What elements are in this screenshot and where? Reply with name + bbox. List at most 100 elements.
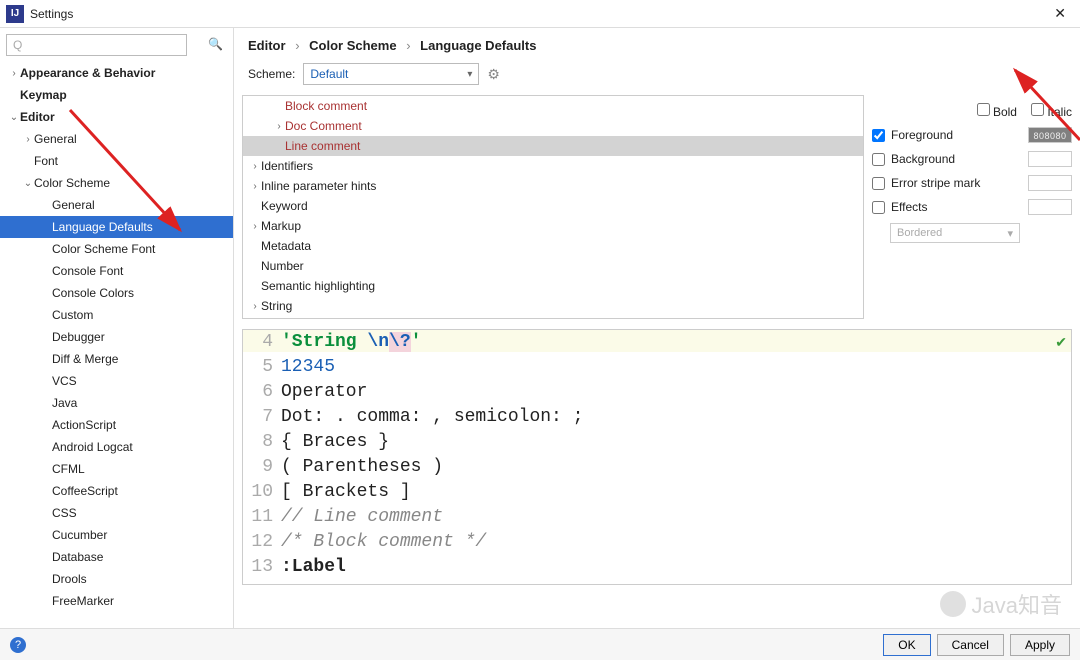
search-input[interactable] xyxy=(6,34,187,56)
ok-button[interactable]: OK xyxy=(883,634,930,656)
attr-item-semantic-highlighting[interactable]: Semantic highlighting xyxy=(243,276,863,296)
titlebar: IJ Settings ✕ xyxy=(0,0,1080,28)
effects-type-select[interactable]: Bordered ▾ xyxy=(890,223,1020,243)
sidebar-item-label: CoffeeScript xyxy=(52,484,118,498)
attr-item-block-comment[interactable]: Block comment xyxy=(243,96,863,116)
attr-item-line-comment[interactable]: Line comment xyxy=(243,136,863,156)
attr-item-number[interactable]: Number xyxy=(243,256,863,276)
crumb-editor[interactable]: Editor xyxy=(248,38,286,53)
background-checkbox[interactable] xyxy=(872,153,885,166)
errorstripe-swatch[interactable] xyxy=(1028,175,1072,191)
sidebar-item-label: Console Colors xyxy=(52,286,134,300)
preview-line: 11// Line comment xyxy=(243,505,1071,530)
sidebar-item-editor[interactable]: ⌄Editor xyxy=(0,106,233,128)
errorstripe-checkbox[interactable] xyxy=(872,177,885,190)
sidebar-item-label: ActionScript xyxy=(52,418,116,432)
sidebar-item-language-defaults[interactable]: Language Defaults xyxy=(0,216,233,238)
sidebar-item-label: Diff & Merge xyxy=(52,352,118,366)
sidebar-item-drools[interactable]: Drools xyxy=(0,568,233,590)
sidebar-item-label: Appearance & Behavior xyxy=(20,66,155,80)
bold-option[interactable]: Bold xyxy=(977,103,1017,119)
sidebar-item-console-colors[interactable]: Console Colors xyxy=(0,282,233,304)
line-number: 6 xyxy=(243,380,281,405)
sidebar-item-actionscript[interactable]: ActionScript xyxy=(0,414,233,436)
sidebar-item-appearance-behavior[interactable]: ›Appearance & Behavior xyxy=(0,62,233,84)
line-number: 4 xyxy=(243,330,281,355)
crumb-colorscheme[interactable]: Color Scheme xyxy=(309,38,396,53)
foreground-swatch[interactable]: 808080 xyxy=(1028,127,1072,143)
sidebar-item-general[interactable]: ›General xyxy=(0,128,233,150)
sidebar-item-diff-merge[interactable]: Diff & Merge xyxy=(0,348,233,370)
attr-item-markup[interactable]: ›Markup xyxy=(243,216,863,236)
chevron-icon: ⌄ xyxy=(22,178,34,189)
italic-checkbox[interactable] xyxy=(1031,103,1044,116)
sidebar-item-database[interactable]: Database xyxy=(0,546,233,568)
apply-button[interactable]: Apply xyxy=(1010,634,1070,656)
sidebar-item-css[interactable]: CSS xyxy=(0,502,233,524)
sidebar-item-vcs[interactable]: VCS xyxy=(0,370,233,392)
sidebar-item-label: CFML xyxy=(52,462,85,476)
sidebar-item-label: General xyxy=(34,132,77,146)
sidebar-item-general[interactable]: General xyxy=(0,194,233,216)
preview-line: 512345 xyxy=(243,355,1071,380)
sidebar-item-debugger[interactable]: Debugger xyxy=(0,326,233,348)
attr-item-inline-parameter-hints[interactable]: ›Inline parameter hints xyxy=(243,176,863,196)
wechat-icon xyxy=(940,591,966,617)
attr-item-label: Doc Comment xyxy=(285,119,362,133)
window-title: Settings xyxy=(30,7,1046,21)
sidebar-item-label: Java xyxy=(52,396,77,410)
sidebar-item-android-logcat[interactable]: Android Logcat xyxy=(0,436,233,458)
sidebar-item-color-scheme[interactable]: ⌄Color Scheme xyxy=(0,172,233,194)
sidebar-item-java[interactable]: Java xyxy=(0,392,233,414)
italic-option[interactable]: Italic xyxy=(1031,103,1072,119)
scheme-select[interactable]: Default ▾ xyxy=(303,63,479,85)
sidebar-item-freemarker[interactable]: FreeMarker xyxy=(0,590,233,612)
attr-item-string[interactable]: ›String xyxy=(243,296,863,316)
settings-sidebar: 🔍 ›Appearance & BehaviorKeymap⌄Editor›Ge… xyxy=(0,28,234,628)
code-content: { Braces } xyxy=(281,430,389,455)
close-icon[interactable]: ✕ xyxy=(1046,5,1074,22)
crumb-langdefaults: Language Defaults xyxy=(420,38,536,53)
sidebar-item-label: General xyxy=(52,198,95,212)
attr-item-label: Inline parameter hints xyxy=(261,179,376,193)
sidebar-item-color-scheme-font[interactable]: Color Scheme Font xyxy=(0,238,233,260)
sidebar-item-label: Color Scheme xyxy=(34,176,110,190)
bold-checkbox[interactable] xyxy=(977,103,990,116)
sidebar-item-label: Database xyxy=(52,550,103,564)
attr-item-label: String xyxy=(261,299,292,313)
sidebar-item-cfml[interactable]: CFML xyxy=(0,458,233,480)
preview-line: 13:Label xyxy=(243,555,1071,580)
sidebar-item-console-font[interactable]: Console Font xyxy=(0,260,233,282)
sidebar-item-custom[interactable]: Custom xyxy=(0,304,233,326)
attr-item-identifiers[interactable]: ›Identifiers xyxy=(243,156,863,176)
sidebar-item-keymap[interactable]: Keymap xyxy=(0,84,233,106)
background-swatch[interactable] xyxy=(1028,151,1072,167)
sidebar-item-cucumber[interactable]: Cucumber xyxy=(0,524,233,546)
sidebar-item-label: FreeMarker xyxy=(52,594,114,608)
code-content: Operator xyxy=(281,380,367,405)
sidebar-item-coffeescript[interactable]: CoffeeScript xyxy=(0,480,233,502)
attr-item-doc-comment[interactable]: ›Doc Comment xyxy=(243,116,863,136)
preview-line: 4'String \n\?' xyxy=(243,330,1071,355)
attr-item-label: Identifiers xyxy=(261,159,313,173)
preview-line: 9( Parentheses ) xyxy=(243,455,1071,480)
chevron-icon: › xyxy=(249,161,261,172)
attr-item-keyword[interactable]: Keyword xyxy=(243,196,863,216)
foreground-checkbox[interactable] xyxy=(872,129,885,142)
code-content: :Label xyxy=(281,555,346,580)
attr-item-metadata[interactable]: Metadata xyxy=(243,236,863,256)
attr-item-label: Number xyxy=(261,259,304,273)
settings-tree[interactable]: ›Appearance & BehaviorKeymap⌄Editor›Gene… xyxy=(0,62,233,628)
effects-swatch[interactable] xyxy=(1028,199,1072,215)
attribute-list[interactable]: Block comment›Doc CommentLine comment›Id… xyxy=(242,95,864,319)
sidebar-item-label: CSS xyxy=(52,506,77,520)
effects-checkbox[interactable] xyxy=(872,201,885,214)
help-icon[interactable]: ? xyxy=(10,637,26,653)
attr-item-template-language[interactable]: Template language xyxy=(243,316,863,319)
gear-icon[interactable]: ⚙ xyxy=(487,66,500,83)
sidebar-item-font[interactable]: Font xyxy=(0,150,233,172)
cancel-button[interactable]: Cancel xyxy=(937,634,1004,656)
chevron-down-icon: ▾ xyxy=(467,69,472,80)
attr-item-label: Line comment xyxy=(285,139,360,153)
sidebar-item-label: Custom xyxy=(52,308,93,322)
